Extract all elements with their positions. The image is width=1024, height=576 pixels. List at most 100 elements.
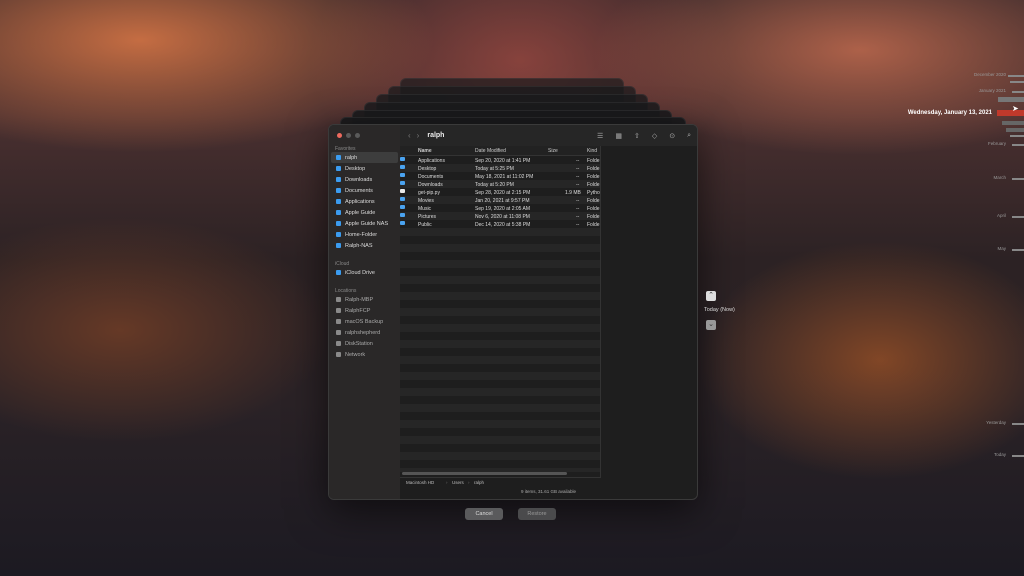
- row-date: Nov 6, 2020 at 11:08 PM: [475, 214, 530, 220]
- sidebar-item-label: ralph: [345, 154, 358, 161]
- close-button[interactable]: [337, 133, 342, 138]
- cancel-button[interactable]: Cancel: [465, 508, 503, 520]
- sidebar-item-diskstation[interactable]: DiskStation: [331, 338, 398, 349]
- restore-button[interactable]: Restore: [518, 508, 556, 520]
- column-date[interactable]: Date Modified: [475, 148, 506, 154]
- timeline-label[interactable]: March: [993, 175, 1006, 180]
- list-view-icon[interactable]: ☰: [597, 132, 603, 140]
- sidebar-item-apple-guide-nas[interactable]: Apple Guide NAS: [331, 218, 398, 229]
- row-name: get-pip.py: [418, 190, 440, 196]
- table-row[interactable]: Music Sep 19, 2020 at 2:05 AM -- Folde: [400, 205, 600, 213]
- row-kind: Folde: [587, 166, 600, 172]
- path-separator-icon: ›: [446, 480, 448, 485]
- timeline-label[interactable]: December 2020: [974, 72, 1006, 77]
- finder-window: Favorites ralph Desktop Downloads Docume…: [328, 124, 698, 500]
- sidebar-item-applications[interactable]: Applications: [331, 196, 398, 207]
- timeline-tick[interactable]: [1008, 75, 1024, 77]
- row-name: Downloads: [418, 182, 443, 188]
- table-row[interactable]: Public Dec 14, 2020 at 5:38 PM -- Folde: [400, 221, 600, 229]
- timeline-selected-marker[interactable]: [997, 110, 1024, 116]
- timeline-label[interactable]: April: [997, 213, 1006, 218]
- timeline-tick[interactable]: [1010, 135, 1024, 137]
- table-row[interactable]: get-pip.py Sep 28, 2020 at 2:15 PM 1.9 MB P…: [400, 189, 600, 197]
- share-icon[interactable]: ⇧: [634, 132, 640, 140]
- sidebar-item-desktop[interactable]: Desktop: [331, 163, 398, 174]
- more-icon[interactable]: ⊙: [669, 132, 675, 140]
- folder-icon: [336, 221, 341, 226]
- timeline-tick[interactable]: [1006, 128, 1024, 132]
- timeline-tick[interactable]: [998, 97, 1024, 102]
- sidebar-item-ralph-nas[interactable]: Ralph-NAS: [331, 240, 398, 251]
- row-size: 1.9 MB: [565, 190, 581, 196]
- column-size[interactable]: Size: [548, 148, 558, 154]
- sidebar-item-home-folder[interactable]: Home-Folder: [331, 229, 398, 240]
- group-icon[interactable]: ▦: [615, 132, 622, 140]
- sidebar-item-macos-backup[interactable]: macOS Backup: [331, 316, 398, 327]
- table-row[interactable]: Applications Sep 20, 2020 at 1:41 PM -- Fol…: [400, 157, 600, 165]
- path-bar: Macintosh HD › Users › ralph: [400, 477, 600, 487]
- sidebar-item-label: Ralph-NAS: [345, 242, 373, 249]
- horizontal-scrollbar[interactable]: [402, 472, 567, 475]
- folder-icon: [336, 243, 341, 248]
- timeline-label[interactable]: May: [997, 246, 1006, 251]
- row-date: Today at 5:25 PM: [475, 166, 514, 172]
- timeline-label[interactable]: February: [988, 141, 1006, 146]
- sidebar-item-label: Desktop: [345, 165, 366, 172]
- sidebar-item-ralphshepherd[interactable]: ralphshepherd: [331, 327, 398, 338]
- tag-icon[interactable]: ◇: [652, 132, 657, 140]
- sidebar-item-ralph[interactable]: ralph: [331, 152, 398, 163]
- timeline-tick[interactable]: [1012, 249, 1024, 251]
- timeline-tick[interactable]: [1012, 216, 1024, 218]
- timeline-tick[interactable]: [1012, 91, 1024, 93]
- table-row[interactable]: Documents May 18, 2021 at 11:02 PM -- Folde: [400, 173, 600, 181]
- table-row[interactable]: Downloads Today at 5:20 PM -- Folde: [400, 181, 600, 189]
- sidebar-item-downloads[interactable]: Downloads: [331, 174, 398, 185]
- table-row[interactable]: Desktop Today at 5:25 PM -- Folde: [400, 165, 600, 173]
- timeline-label[interactable]: January 2021: [979, 88, 1006, 93]
- timeline-tick[interactable]: [1012, 455, 1024, 457]
- timeline-tick[interactable]: [1012, 178, 1024, 180]
- timeline-tick[interactable]: [1012, 423, 1024, 425]
- sidebar-item-label: Ralph-MBP: [345, 296, 374, 303]
- row-name: Pictures: [418, 214, 437, 220]
- time-machine-icon: [336, 319, 341, 324]
- sidebar-item-apple-guide[interactable]: Apple Guide: [331, 207, 398, 218]
- timeline-label[interactable]: Today: [994, 452, 1006, 457]
- home-icon: [336, 155, 341, 160]
- column-name[interactable]: Name: [418, 148, 432, 154]
- path-item-ralph[interactable]: ralph: [474, 480, 484, 485]
- forward-icon[interactable]: ›: [417, 131, 420, 140]
- table-row[interactable]: Movies Jan 20, 2021 at 9:57 PM -- Folde: [400, 197, 600, 205]
- sidebar-item-ralphfcp[interactable]: RalphFCP: [331, 305, 398, 316]
- preview-pane: [600, 146, 697, 478]
- network-icon: [336, 352, 341, 357]
- status-bar: 9 items, 31.61 GB available: [520, 489, 577, 494]
- row-date: Sep 19, 2020 at 2:05 AM: [475, 206, 531, 212]
- timeline-label[interactable]: Yesterday: [986, 420, 1006, 425]
- path-item-macintosh-hd[interactable]: Macintosh HD: [406, 480, 434, 485]
- sidebar-item-icloud-drive[interactable]: iCloud Drive: [331, 267, 398, 278]
- row-kind: Folde: [587, 206, 600, 212]
- sidebar-item-network[interactable]: Network: [331, 349, 398, 360]
- folder-icon: [400, 165, 405, 169]
- document-icon: [336, 188, 341, 193]
- sidebar-item-documents[interactable]: Documents: [331, 185, 398, 196]
- path-item-users[interactable]: Users: [452, 480, 464, 485]
- minimize-button[interactable]: [346, 133, 351, 138]
- zoom-button[interactable]: [355, 133, 360, 138]
- folder-icon: [400, 213, 405, 217]
- row-date: Sep 20, 2020 at 1:41 PM: [475, 158, 531, 164]
- down-arrow-button[interactable]: ⌄: [706, 320, 716, 330]
- back-icon[interactable]: ‹: [408, 131, 411, 140]
- timeline-tick[interactable]: [1012, 144, 1024, 146]
- sidebar-item-ralph-mbp[interactable]: Ralph-MBP: [331, 294, 398, 305]
- search-icon[interactable]: ⌕: [687, 132, 691, 140]
- up-arrow-button[interactable]: ⌃: [706, 291, 716, 301]
- timeline-tick[interactable]: [1010, 81, 1024, 83]
- timeline-tick[interactable]: [1002, 121, 1024, 125]
- row-name: Desktop: [418, 166, 437, 172]
- column-kind[interactable]: Kind: [587, 148, 597, 154]
- table-row[interactable]: Pictures Nov 6, 2020 at 11:08 PM -- Folde: [400, 213, 600, 221]
- row-kind: Folde: [587, 198, 600, 204]
- row-date: May 18, 2021 at 11:02 PM: [475, 174, 534, 180]
